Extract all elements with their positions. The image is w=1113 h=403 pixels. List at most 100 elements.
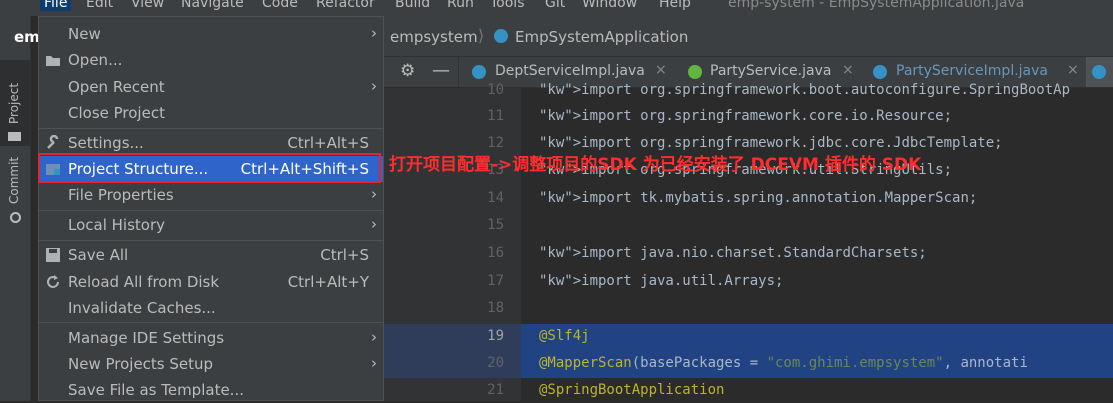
close-icon[interactable]: × <box>655 62 667 78</box>
file-menu-dropdown: New › Open... Open Recent › Close Projec… <box>38 16 384 401</box>
folder-icon <box>8 132 21 141</box>
menu-file[interactable]: File <box>40 0 72 11</box>
highlight-box <box>38 153 381 183</box>
menu-item-label: File Properties <box>68 186 174 204</box>
code-line: "kw">import org.springframework.boot.aut… <box>539 82 1071 98</box>
menu-item-close-project[interactable]: Close Project <box>39 100 383 126</box>
menu-item-open[interactable]: Open... <box>39 47 383 73</box>
line-number: 21 <box>487 382 504 398</box>
menu-item-reload-all[interactable]: Reload All from Disk Ctrl+Alt+Y <box>39 269 383 295</box>
class-icon <box>873 65 887 79</box>
selection-highlight <box>521 324 1113 351</box>
menu-item-label: Save All <box>68 246 129 264</box>
code-editor[interactable]: "kw">import org.springframework.boot.aut… <box>521 82 1113 401</box>
line-number: 16 <box>487 245 504 261</box>
class-icon <box>472 65 486 79</box>
breadcrumb-file[interactable]: EmpSystemApplication <box>515 28 688 46</box>
menu-item-label: Open... <box>68 51 123 69</box>
menu-separator <box>39 322 383 323</box>
menu-item-label: Settings... <box>68 134 144 152</box>
menu-item-label: Reload All from Disk <box>68 273 220 291</box>
menu-item-label: Close Project <box>68 104 165 122</box>
menu-edit[interactable]: Edit <box>86 0 113 11</box>
line-number: 17 <box>487 273 504 289</box>
menu-separator <box>39 240 383 241</box>
save-icon <box>45 247 61 263</box>
close-icon[interactable]: × <box>842 62 854 78</box>
menu-item-new-projects-setup[interactable]: New Projects Setup › <box>39 351 383 377</box>
submenu-arrow-icon: › <box>371 215 377 233</box>
menu-item-label: Local History <box>68 216 166 234</box>
menu-item-open-recent[interactable]: Open Recent › <box>39 74 383 100</box>
tool-window-strip: Project Commit <box>0 16 31 401</box>
minimize-icon[interactable]: — <box>432 60 450 81</box>
menu-item-local-history[interactable]: Local History › <box>39 212 383 238</box>
commit-tab-label: Commit <box>7 156 21 204</box>
code-line: "kw">import tk.mybatis.spring.annotation… <box>539 190 978 206</box>
line-number: 10 <box>487 82 504 98</box>
code-line: "kw">import org.springframework.core.io.… <box>539 108 953 124</box>
code-line: "kw">import org.springframework.jdbc.cor… <box>539 135 1003 151</box>
menu-item-shortcut: Ctrl+S <box>320 246 369 264</box>
menu-item-label: Invalidate Caches... <box>68 299 216 317</box>
menu-help[interactable]: Help <box>659 0 691 11</box>
code-line: @MapperScan(basePackages = "com.ghimi.em… <box>539 355 1028 371</box>
code-line: @Slf4j <box>539 328 590 344</box>
menu-navigate[interactable]: Navigate <box>181 0 244 11</box>
line-number: 20 <box>487 355 504 371</box>
menu-refactor[interactable]: Refactor <box>316 0 375 11</box>
project-tab-label: Project <box>7 82 21 124</box>
line-number-gutter: 10 11 12 13 14 15 16 17 18 19 20 21 <box>384 82 521 401</box>
menu-window[interactable]: Window <box>582 0 637 11</box>
class-icon <box>1092 65 1106 79</box>
line-number: 19 <box>487 328 504 344</box>
close-icon[interactable]: × <box>1067 62 1079 78</box>
menu-build[interactable]: Build <box>395 0 430 11</box>
code-line: @SpringBootApplication <box>539 382 725 398</box>
menu-item-label: Manage IDE Settings <box>68 329 225 347</box>
menu-bar: File Edit View Navigate Code Refactor Bu… <box>0 0 1113 16</box>
menu-item-save-all[interactable]: Save All Ctrl+S <box>39 242 383 268</box>
menu-item-shortcut: Ctrl+Alt+S <box>287 134 369 152</box>
submenu-arrow-icon: › <box>371 24 377 42</box>
menu-git[interactable]: Git <box>545 0 565 11</box>
breadcrumb-project[interactable]: empsystem <box>390 28 478 46</box>
menu-item-manage-ide-settings[interactable]: Manage IDE Settings › <box>39 325 383 351</box>
menu-tools[interactable]: Tools <box>490 0 525 11</box>
tab-label: PartyServiceImpl.java <box>896 63 1048 79</box>
menu-item-new[interactable]: New › <box>39 21 383 47</box>
menu-item-label: New <box>68 25 101 43</box>
submenu-arrow-icon: › <box>371 328 377 346</box>
menu-item-shortcut: Ctrl+Alt+Y <box>287 273 369 291</box>
commit-icon <box>10 212 21 223</box>
gear-icon[interactable]: ⚙ <box>400 61 415 81</box>
submenu-arrow-icon: › <box>371 77 377 95</box>
menu-item-label: Open Recent <box>68 78 165 96</box>
menu-view[interactable]: View <box>131 0 164 11</box>
code-line: "kw">import java.util.Arrays; <box>539 273 784 289</box>
menu-item-label: Save File as Template... <box>68 381 244 399</box>
wrench-icon <box>45 134 61 151</box>
class-icon <box>494 29 508 43</box>
line-number: 18 <box>487 300 504 316</box>
annotation-text: 打开项目配置->调整项目的SDK 为已经安装了 DCEVM 插件的 SDK <box>389 155 922 175</box>
reload-icon <box>45 274 61 290</box>
menu-item-invalidate-caches[interactable]: Invalidate Caches... <box>39 295 383 321</box>
project-tool-tab[interactable]: Project <box>0 60 30 146</box>
menu-run[interactable]: Run <box>447 0 474 11</box>
line-number: 12 <box>487 135 504 151</box>
menu-code[interactable]: Code <box>262 0 298 11</box>
line-number: 14 <box>487 190 504 206</box>
navigation-breadcrumb: empsystem ⟩ EmpSystemApplication <box>384 16 1113 57</box>
menu-separator <box>39 210 383 211</box>
submenu-arrow-icon: › <box>371 354 377 372</box>
menu-item-file-properties[interactable]: File Properties › <box>39 182 383 208</box>
commit-tool-tab[interactable]: Commit <box>0 154 30 228</box>
tab-active-partial[interactable] <box>1086 57 1113 87</box>
code-line: "kw">import java.nio.charset.StandardCha… <box>539 245 927 261</box>
tab-label: DeptServiceImpl.java <box>495 63 645 79</box>
menu-item-save-as-template[interactable]: Save File as Template... <box>39 377 383 403</box>
line-number: 11 <box>487 108 504 124</box>
breadcrumb-separator: ⟩ <box>478 26 485 45</box>
menu-separator <box>39 128 383 129</box>
